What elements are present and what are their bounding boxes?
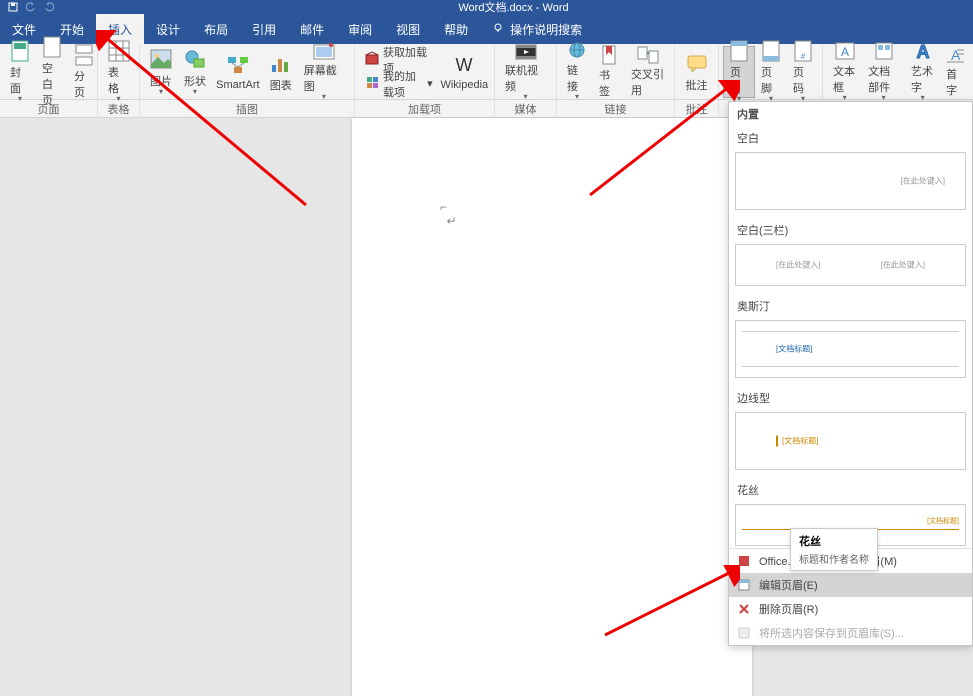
svg-text:#: # bbox=[801, 52, 806, 61]
header-preview-blank3[interactable]: [在此处键入] [在此处键入] bbox=[735, 244, 966, 286]
document-page bbox=[352, 118, 752, 696]
redo-icon[interactable] bbox=[44, 2, 54, 12]
lightbulb-icon bbox=[492, 22, 504, 37]
save-gallery-icon bbox=[737, 626, 751, 640]
cursor-position: ⌐ ↵ bbox=[440, 200, 457, 228]
doc-parts-button[interactable]: 文档部件▾ bbox=[862, 46, 905, 98]
remove-header[interactable]: 删除页眉(R) bbox=[729, 597, 972, 621]
tooltip-subtitle: 标题和作者名称 bbox=[799, 551, 869, 566]
group-pages-label: 页面 bbox=[0, 100, 98, 117]
table-icon bbox=[107, 40, 131, 62]
menu-layout[interactable]: 布局 bbox=[192, 14, 240, 44]
textbox-icon: A bbox=[833, 41, 857, 61]
dropdown-blank3-label: 空白(三栏) bbox=[729, 218, 972, 242]
dropdown-border-label: 边线型 bbox=[729, 386, 972, 410]
save-to-gallery[interactable]: 将所选内容保存到页眉库(S)... bbox=[729, 621, 972, 645]
svg-text:A: A bbox=[841, 45, 849, 59]
header-preview-blank[interactable]: [在此处键入] bbox=[735, 152, 966, 210]
header-preview-austin[interactable]: [文档标题] bbox=[735, 320, 966, 378]
cross-ref-icon bbox=[636, 46, 660, 64]
svg-text:A: A bbox=[916, 42, 929, 61]
menu-search[interactable]: 操作说明搜索 bbox=[492, 21, 582, 38]
textbox-button[interactable]: A 文本框▾ bbox=[827, 46, 862, 98]
page-break-icon bbox=[72, 44, 96, 66]
video-icon bbox=[514, 42, 538, 60]
menu-mailings[interactable]: 邮件 bbox=[288, 14, 336, 44]
my-addins-button[interactable]: 我的加载项▾ bbox=[359, 72, 439, 96]
group-links-label: 链接 bbox=[557, 100, 675, 117]
ribbon: 封面▾ 空白页 分页 表格▾ 图片▾ 形状▾ SmartArt bbox=[0, 44, 973, 100]
svg-text:A: A bbox=[951, 47, 961, 63]
header-button[interactable]: 页眉▾ bbox=[723, 46, 755, 98]
edit-header[interactable]: 编辑页眉(E) bbox=[729, 573, 972, 597]
menu-references[interactable]: 引用 bbox=[240, 14, 288, 44]
table-button[interactable]: 表格▾ bbox=[102, 46, 135, 98]
tooltip-title: 花丝 bbox=[799, 533, 869, 549]
edit-header-icon bbox=[737, 578, 751, 592]
svg-text:W: W bbox=[456, 55, 473, 75]
picture-button[interactable]: 图片▾ bbox=[144, 46, 178, 98]
screenshot-icon bbox=[312, 42, 336, 60]
bookmark-icon bbox=[597, 45, 621, 65]
header-icon bbox=[727, 40, 751, 62]
menu-bar: 文件 开始 插入 设计 布局 引用 邮件 审阅 视图 帮助 操作说明搜索 bbox=[0, 14, 973, 44]
blank-page-button[interactable]: 空白页 bbox=[36, 46, 68, 98]
page-number-button[interactable]: # 页码▾ bbox=[787, 46, 819, 98]
screenshot-button[interactable]: 屏幕截图▾ bbox=[298, 46, 350, 98]
wordart-button[interactable]: A 艺术字▾ bbox=[905, 46, 940, 98]
title-bar: Word文档.docx - Word bbox=[0, 0, 973, 14]
addins-icon bbox=[365, 75, 379, 92]
office-icon bbox=[737, 554, 751, 568]
dropdown-austin-label: 奥斯汀 bbox=[729, 294, 972, 318]
cover-page-icon bbox=[8, 40, 32, 62]
link-icon bbox=[565, 42, 589, 60]
footer-icon bbox=[759, 40, 783, 62]
smartart-icon bbox=[226, 53, 250, 77]
doc-parts-icon bbox=[872, 41, 896, 61]
blank-page-icon bbox=[40, 36, 64, 58]
document-title: Word文档.docx - Word bbox=[54, 0, 973, 15]
undo-icon[interactable] bbox=[26, 2, 36, 12]
group-addins-label: 加载项 bbox=[355, 100, 495, 117]
menu-design[interactable]: 设计 bbox=[144, 14, 192, 44]
links-button[interactable]: 链接▾ bbox=[561, 46, 593, 98]
menu-review[interactable]: 审阅 bbox=[336, 14, 384, 44]
chart-icon bbox=[269, 51, 293, 75]
shapes-button[interactable]: 形状▾ bbox=[178, 46, 212, 98]
group-media-label: 媒体 bbox=[495, 100, 557, 117]
wikipedia-button[interactable]: W Wikipedia bbox=[439, 46, 490, 98]
store-icon bbox=[365, 51, 379, 68]
menu-view[interactable]: 视图 bbox=[384, 14, 432, 44]
header-preview-border[interactable]: [文档标题] bbox=[735, 412, 966, 470]
online-video-button[interactable]: 联机视频▾ bbox=[499, 46, 552, 98]
smartart-button[interactable]: SmartArt bbox=[212, 46, 264, 98]
group-tables-label: 表格 bbox=[98, 100, 140, 117]
picture-icon bbox=[149, 48, 173, 71]
group-comments-label: 批注 bbox=[675, 100, 719, 117]
remove-icon bbox=[737, 602, 751, 616]
page-break-button[interactable]: 分页 bbox=[68, 46, 100, 98]
bookmark-button[interactable]: 书签 bbox=[593, 46, 625, 98]
cover-page-button[interactable]: 封面▾ bbox=[4, 46, 36, 98]
comment-button[interactable]: 批注 bbox=[679, 46, 714, 98]
dropdown-blank-label: 空白 bbox=[729, 126, 972, 150]
dropcap-button[interactable]: A 首字 bbox=[940, 46, 969, 98]
page-number-icon: # bbox=[791, 40, 815, 62]
shapes-icon bbox=[183, 48, 207, 71]
footer-button[interactable]: 页脚▾ bbox=[755, 46, 787, 98]
wordart-icon: A bbox=[911, 41, 935, 61]
cross-ref-button[interactable]: 交叉引用 bbox=[625, 46, 670, 98]
chart-button[interactable]: 图表 bbox=[264, 46, 298, 98]
dropcap-icon: A bbox=[943, 46, 967, 64]
wikipedia-icon: W bbox=[452, 53, 476, 77]
tooltip: 花丝 标题和作者名称 bbox=[790, 528, 878, 571]
comment-icon bbox=[685, 51, 709, 75]
dropdown-builtin-label: 内置 bbox=[729, 102, 972, 126]
menu-help[interactable]: 帮助 bbox=[432, 14, 480, 44]
save-icon[interactable] bbox=[8, 2, 18, 12]
dropdown-filigree-label: 花丝 bbox=[729, 478, 972, 502]
group-illustrations-label: 插图 bbox=[140, 100, 355, 117]
